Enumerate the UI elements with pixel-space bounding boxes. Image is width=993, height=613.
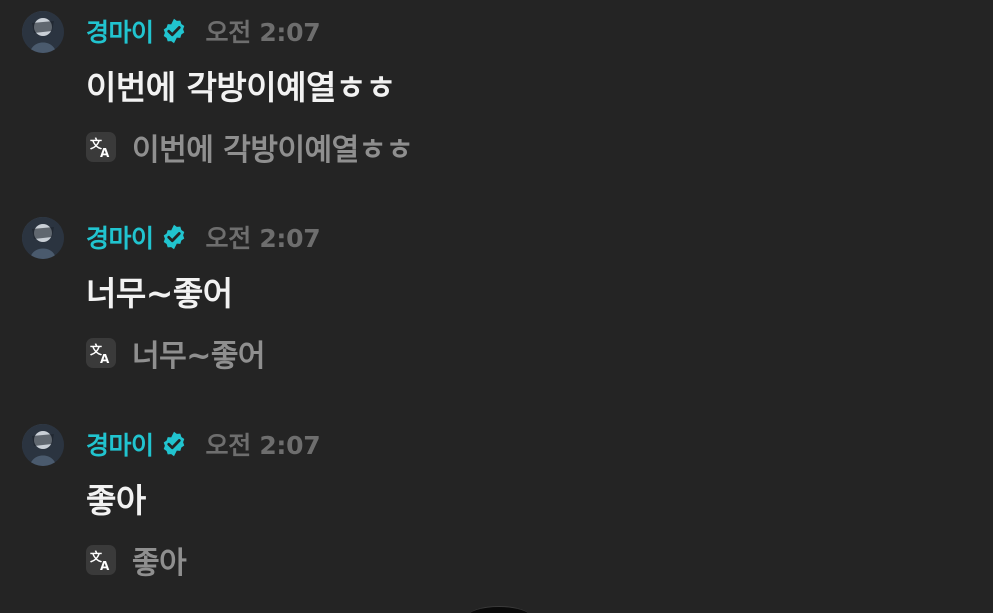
timestamp: 오전 2:07 [205, 431, 321, 460]
translate-icon[interactable]: 文 A [86, 132, 116, 162]
svg-text:A: A [100, 352, 110, 365]
translation-row: 文 A 이번에 각방이예열ㅎㅎ [86, 129, 413, 168]
avatar[interactable] [22, 11, 64, 53]
translation-row: 文 A 너무~좋어 [86, 335, 266, 374]
user-avatar-image [22, 11, 64, 53]
translation-text: 좋아 [132, 546, 187, 581]
message-text: 좋아 [86, 481, 146, 520]
timestamp: 오전 2:07 [205, 18, 321, 47]
message-header: 경마이 오전 2:07 [86, 13, 321, 49]
message-text: 너무~좋어 [86, 274, 233, 313]
svg-text:A: A [100, 146, 110, 159]
username[interactable]: 경마이 [86, 426, 154, 462]
translation-row: 文 A 좋아 [86, 542, 187, 581]
translate-icon[interactable]: 文 A [86, 545, 116, 575]
avatar[interactable] [22, 424, 64, 466]
user-avatar-image [22, 424, 64, 466]
verified-badge-icon [160, 17, 188, 45]
translation-text: 이번에 각방이예열ㅎㅎ [132, 133, 413, 168]
timestamp: 오전 2:07 [205, 224, 321, 253]
verified-badge-icon [160, 430, 188, 458]
translation-text: 너무~좋어 [132, 339, 266, 374]
verified-badge-icon [160, 223, 188, 251]
message-header: 경마이 오전 2:07 [86, 219, 321, 255]
username[interactable]: 경마이 [86, 13, 154, 49]
user-avatar-image [22, 217, 64, 259]
avatar[interactable] [22, 217, 64, 259]
username[interactable]: 경마이 [86, 219, 154, 255]
chat-message-list: 경마이 오전 2:07 이번에 각방이예열ㅎㅎ 文 A 이번에 각방이예열ㅎㅎ [0, 0, 993, 613]
translate-icon[interactable]: 文 A [86, 338, 116, 368]
scroll-to-bottom-button[interactable] [468, 606, 530, 613]
message-text: 이번에 각방이예열ㅎㅎ [86, 68, 396, 107]
message-header: 경마이 오전 2:07 [86, 426, 321, 462]
svg-text:A: A [100, 559, 110, 572]
